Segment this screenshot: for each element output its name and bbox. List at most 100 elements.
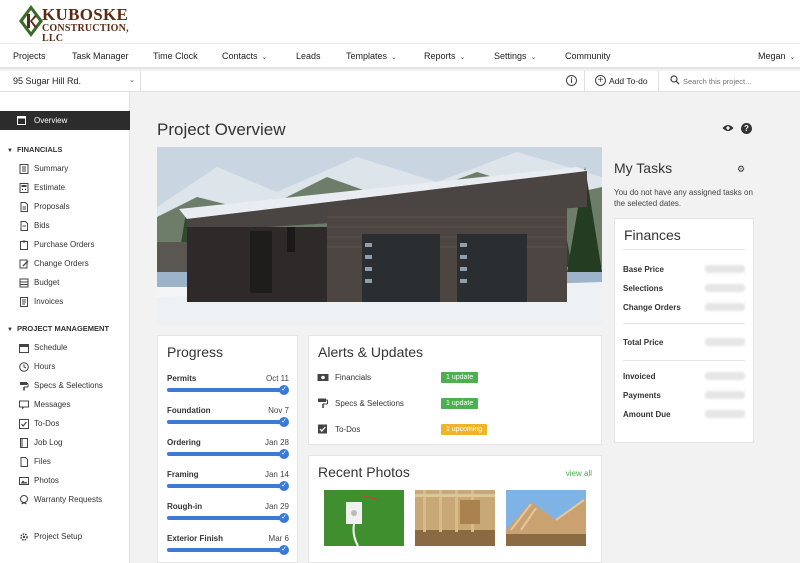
- sidebar-item-job-log[interactable]: Job Log: [19, 437, 129, 449]
- status-badge: 1 update: [441, 398, 479, 409]
- progress-row[interactable]: Permits Oct 11 ✓: [167, 374, 289, 404]
- progress-phase-name: Exterior Finish: [167, 534, 224, 543]
- help-icon[interactable]: ?: [741, 123, 752, 134]
- progress-row[interactable]: Exterior Finish Mar 6 ✓: [167, 534, 289, 563]
- sidebar-item-estimate[interactable]: Estimate: [19, 182, 129, 194]
- alert-row-todos[interactable]: To-Dos 1 upcoming: [317, 423, 587, 437]
- clock-icon: [19, 362, 29, 372]
- fin-base-price-label: Base Price: [623, 265, 664, 274]
- sidebar-item-schedule[interactable]: Schedule: [19, 342, 129, 354]
- project-toolbar: 95 Sugar Hill Rd. ⌄ i + Add To-do: [0, 71, 800, 92]
- photo-thumbnail[interactable]: [324, 490, 404, 546]
- progress-bar-fill: [167, 388, 283, 392]
- search-icon: [670, 75, 680, 85]
- sidebar-item-invoices[interactable]: Invoices: [19, 296, 129, 308]
- edit-document-icon: [19, 259, 29, 269]
- nav-leads[interactable]: Leads: [296, 51, 321, 61]
- ledger-icon: [19, 278, 29, 288]
- progress-bar-fill: [167, 452, 283, 456]
- view-all-link[interactable]: view all: [566, 469, 592, 478]
- sidebar-item-specs-selections[interactable]: Specs & Selections: [19, 380, 129, 392]
- sidebar-group-financials[interactable]: ▼ FINANCIALS: [7, 145, 62, 154]
- sidebar-item-todos[interactable]: To-Dos: [19, 418, 129, 430]
- fin-amount-due-label: Amount Due: [623, 410, 671, 419]
- message-icon: [19, 400, 29, 410]
- project-search-input[interactable]: [683, 74, 793, 88]
- book-icon: [20, 438, 28, 448]
- company-logo[interactable]: KUBOSKE CONSTRUCTION, LLC COMMERCIAL, CI…: [18, 4, 129, 48]
- warranty-badge-icon: [20, 495, 28, 505]
- progress-bar-fill: [167, 548, 283, 552]
- progress-phase-date: Jan 29: [264, 502, 289, 511]
- sidebar-group-project-management[interactable]: ▼ PROJECT MANAGEMENT: [7, 324, 109, 333]
- divider: [623, 360, 745, 361]
- user-menu[interactable]: Megan ⌄: [758, 51, 795, 61]
- sidebar-item-purchase-orders[interactable]: Purchase Orders: [19, 239, 129, 251]
- nav-contacts[interactable]: Contacts ⌄: [222, 51, 267, 61]
- sidebar-item-files[interactable]: Files: [19, 456, 129, 468]
- gear-icon[interactable]: ⚙: [737, 164, 745, 175]
- progress-phase-name: Rough-in: [167, 502, 203, 511]
- sidebar-item-project-setup[interactable]: Project Setup: [19, 531, 129, 543]
- plus-circle-icon[interactable]: +: [595, 75, 606, 86]
- nav-task-manager[interactable]: Task Manager: [72, 51, 129, 61]
- sidebar-item-hours[interactable]: Hours: [19, 361, 129, 373]
- nav-community[interactable]: Community: [565, 51, 611, 61]
- progress-bar: [167, 484, 283, 488]
- chevron-down-icon: ⌄: [789, 54, 796, 61]
- check-circle-icon: ✓: [279, 417, 289, 427]
- progress-bar: [167, 548, 283, 552]
- progress-bar: [167, 388, 283, 392]
- fin-total-price-label: Total Price: [623, 338, 664, 347]
- sidebar-item-photos[interactable]: Photos: [19, 475, 129, 487]
- progress-row[interactable]: Rough-in Jan 29 ✓: [167, 502, 289, 532]
- check-circle-icon: ✓: [279, 449, 289, 459]
- toolbar-divider: [140, 71, 141, 92]
- invoice-icon: [20, 297, 28, 307]
- progress-row[interactable]: Foundation Nov 7 ✓: [167, 406, 289, 436]
- sidebar-item-bids[interactable]: Bids: [19, 220, 129, 232]
- progress-phase-name: Foundation: [167, 406, 211, 415]
- sidebar-item-messages[interactable]: Messages: [19, 399, 129, 411]
- sidebar-item-proposals[interactable]: Proposals: [19, 201, 129, 213]
- nav-settings[interactable]: Settings ⌄: [494, 51, 536, 61]
- nav-reports[interactable]: Reports ⌄: [424, 51, 465, 61]
- photo-thumbnail[interactable]: [506, 490, 586, 546]
- logo-line2: CONSTRUCTION, LLC: [42, 23, 129, 44]
- sidebar-item-overview[interactable]: Overview: [0, 111, 130, 130]
- sidebar-item-budget[interactable]: Budget: [19, 277, 129, 289]
- nav-projects[interactable]: Projects: [13, 51, 46, 61]
- sidebar-item-summary[interactable]: Summary: [19, 163, 129, 175]
- progress-title: Progress: [167, 344, 224, 360]
- alerts-title: Alerts & Updates: [318, 344, 424, 360]
- nav-time-clock[interactable]: Time Clock: [153, 51, 198, 61]
- progress-bar: [167, 452, 283, 456]
- info-icon[interactable]: i: [566, 75, 577, 86]
- check-circle-icon: ✓: [279, 513, 289, 523]
- project-photo: [157, 147, 602, 325]
- add-todo-button[interactable]: Add To-do: [609, 76, 648, 86]
- chevron-down-icon[interactable]: ⌄: [129, 76, 135, 84]
- tasks-empty-message: You do not have any assigned tasks on th…: [614, 188, 753, 208]
- project-selector[interactable]: 95 Sugar Hill Rd.: [13, 76, 81, 86]
- gear-icon: [20, 533, 28, 541]
- photo-thumbnail[interactable]: [415, 490, 495, 546]
- progress-phase-name: Framing: [167, 470, 199, 479]
- chevron-down-icon: ⌄: [261, 54, 268, 61]
- eye-icon[interactable]: [722, 124, 734, 132]
- alert-row-specs-selections[interactable]: Specs & Selections 1 update: [317, 397, 587, 411]
- paint-roller-icon: [20, 382, 29, 391]
- status-badge: 1 upcoming: [441, 424, 488, 435]
- fin-invoiced-value: [705, 372, 745, 380]
- nav-templates[interactable]: Templates ⌄: [346, 51, 397, 61]
- sidebar-item-warranty-requests[interactable]: Warranty Requests: [19, 494, 129, 506]
- divider: [623, 249, 745, 250]
- progress-row[interactable]: Framing Jan 14 ✓: [167, 470, 289, 500]
- logo-line1: KUBOSKE: [42, 5, 129, 24]
- progress-row[interactable]: Ordering Jan 28 ✓: [167, 438, 289, 468]
- recent-photos-card: Recent Photos view all: [308, 455, 602, 563]
- sidebar-item-change-orders[interactable]: Change Orders: [19, 258, 129, 270]
- toolbar-divider: [658, 71, 659, 92]
- progress-bar-fill: [167, 516, 283, 520]
- alert-row-financials[interactable]: Financials 1 update: [317, 371, 587, 385]
